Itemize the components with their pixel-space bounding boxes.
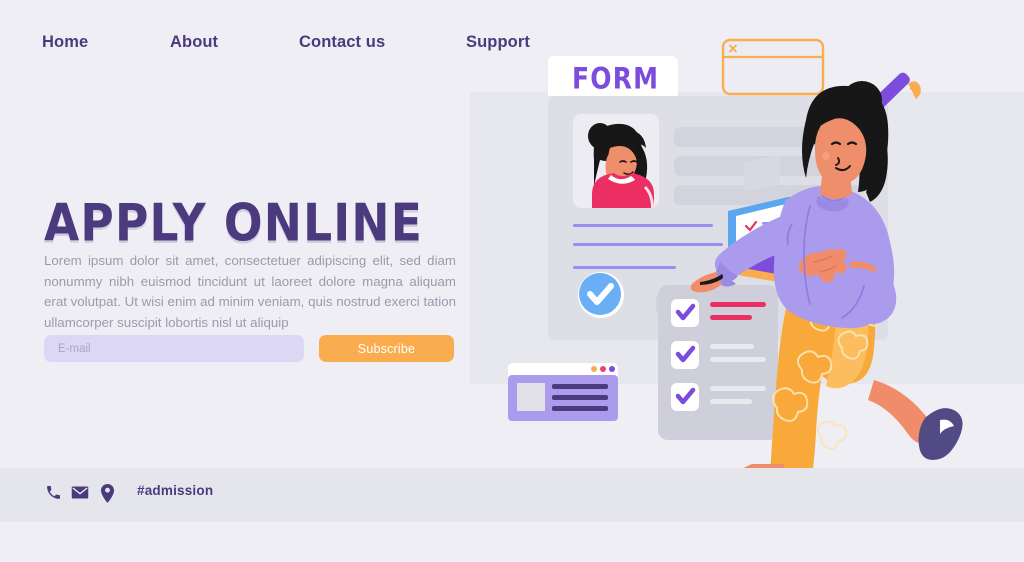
browser-window-purple <box>508 363 618 421</box>
subscribe-button[interactable]: Subscribe <box>319 335 454 362</box>
hero-paragraph: Lorem ipsum dolor sit amet, consectetuer… <box>44 253 456 330</box>
hero-illustration: FORM <box>470 0 1024 520</box>
subscribe-form: Subscribe <box>44 335 454 362</box>
form-card-title: FORM <box>572 63 659 96</box>
location-pin-icon[interactable] <box>100 484 115 508</box>
window-dot <box>591 366 597 372</box>
browser-window-orange <box>721 38 825 96</box>
checklist-panel <box>658 285 778 440</box>
watermark-bar: 昵享网 www.nipic.cn ID:34816314 NO:20230718… <box>0 522 1024 562</box>
nav-item-about[interactable]: About <box>170 33 218 52</box>
page-root: Home About Contact us Support APPLY ONLI… <box>0 0 1024 562</box>
form-underline <box>573 243 723 246</box>
nav-item-contact-us[interactable]: Contact us <box>299 33 385 52</box>
footer-bar: #admission <box>0 468 1024 522</box>
phone-icon[interactable] <box>45 484 62 506</box>
nav-item-home[interactable]: Home <box>42 33 88 52</box>
envelope-icon[interactable] <box>71 484 89 506</box>
page-title: APPLY ONLINE <box>44 192 424 253</box>
form-underline <box>573 266 676 269</box>
email-field[interactable] <box>44 335 304 362</box>
check-circle-icon <box>578 272 624 318</box>
form-underline <box>573 224 713 227</box>
window-dot <box>609 366 615 372</box>
window-dot <box>600 366 606 372</box>
hashtag-label: #admission <box>137 483 214 498</box>
